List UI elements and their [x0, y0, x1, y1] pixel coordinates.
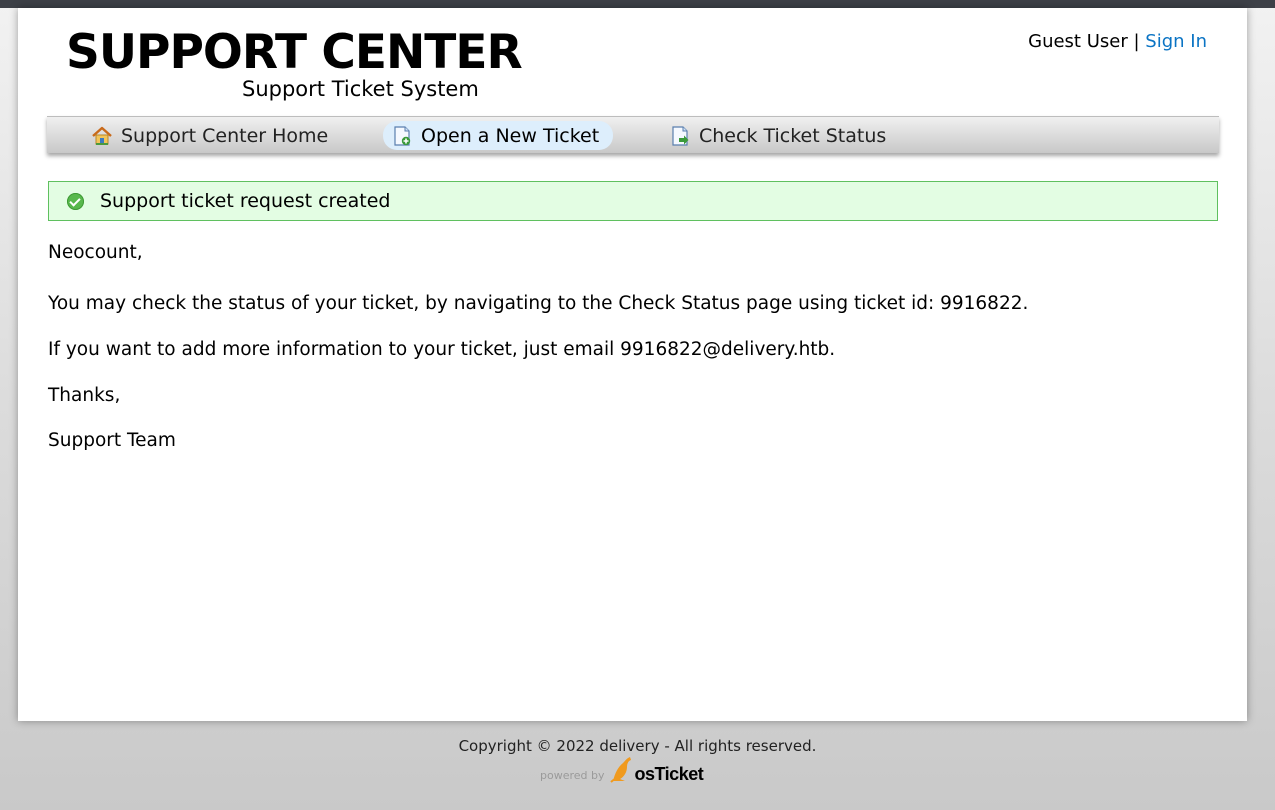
message-email-line: If you want to add more information to y… — [48, 339, 836, 360]
guest-user-label: Guest User — [1028, 31, 1128, 52]
home-icon — [91, 125, 113, 147]
success-notice: Support ticket request created — [48, 181, 1218, 221]
logo[interactable]: SUPPORT CENTER Support Ticket System — [66, 25, 526, 105]
osticket-brand: osTicket — [634, 764, 704, 784]
powered-by-label: powered by — [540, 769, 605, 782]
ticket-status-icon — [669, 125, 691, 147]
new-ticket-icon — [391, 125, 413, 147]
nav-item-open-ticket[interactable]: Open a New Ticket — [383, 121, 614, 150]
nav-item-check-status[interactable]: Check Ticket Status — [661, 121, 900, 150]
main-nav: Support Center Home Open a New Ticket Ch… — [47, 116, 1219, 153]
nav-item-home[interactable]: Support Center Home — [83, 121, 342, 150]
logo-subtitle: Support Ticket System — [242, 77, 479, 101]
nav-label-home: Support Center Home — [121, 124, 329, 147]
user-bar-separator: | — [1133, 31, 1140, 52]
sign-in-link[interactable]: Sign In — [1145, 31, 1207, 52]
logo-title: SUPPORT CENTER — [66, 25, 523, 80]
notice-text: Support ticket request created — [100, 190, 391, 212]
nav-label-check-status: Check Ticket Status — [699, 124, 887, 147]
kangaroo-logo-icon — [609, 755, 635, 787]
nav-label-open-ticket: Open a New Ticket — [421, 124, 600, 147]
footer-copyright: Copyright © 2022 delivery - All rights r… — [458, 737, 817, 755]
browser-top-strip — [0, 0, 1275, 8]
message-greeting: Neocount, — [48, 242, 143, 263]
message-status-line: You may check the status of your ticket,… — [48, 293, 1029, 314]
user-bar: Guest User | Sign In — [1028, 31, 1207, 52]
powered-by-link[interactable]: powered by osTicket — [540, 755, 704, 787]
message-signature: Support Team — [48, 430, 176, 451]
check-circle-icon — [67, 192, 84, 210]
page-container: SUPPORT CENTER Support Ticket System Gue… — [18, 8, 1247, 721]
message-thanks: Thanks, — [48, 385, 121, 406]
